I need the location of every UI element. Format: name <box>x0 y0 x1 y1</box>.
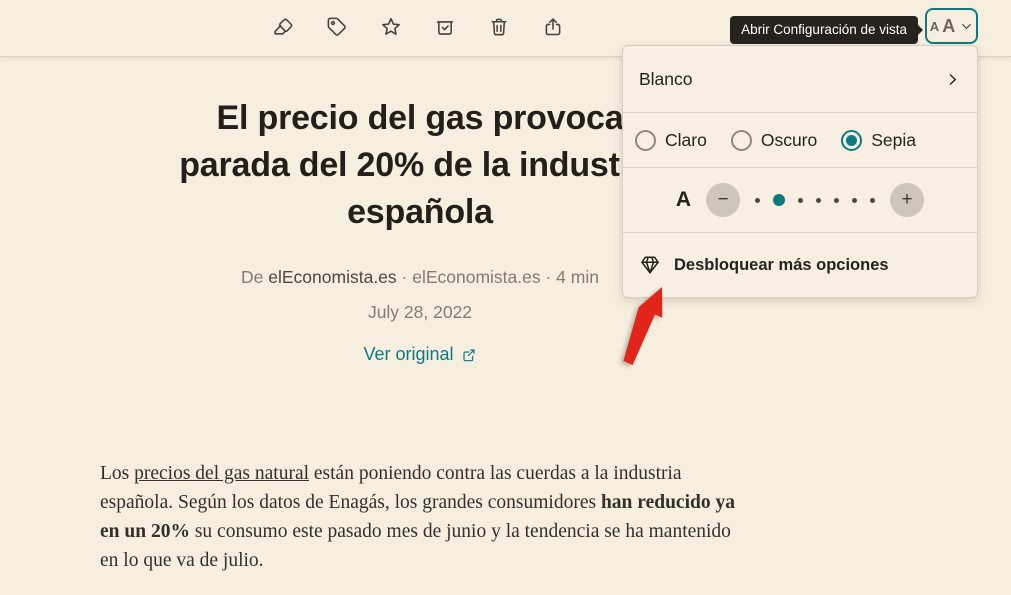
premium-unlock-label: Desbloquear más opciones <box>674 256 889 275</box>
tag-icon[interactable] <box>326 16 348 38</box>
radio-oscuro <box>731 130 752 151</box>
font-size-dot <box>852 198 857 203</box>
article-paragraph: Los precios del gas natural están ponien… <box>100 459 740 575</box>
chevron-right-icon <box>944 71 961 88</box>
font-size-row: A − + <box>623 168 977 233</box>
radio-sepia <box>841 130 862 151</box>
theme-label-claro: Claro <box>665 130 707 151</box>
tooltip-text: Abrir Configuración de vista <box>741 22 907 37</box>
font-size-dot <box>870 198 875 203</box>
font-size-dot <box>798 198 803 203</box>
display-settings-button[interactable]: A A <box>925 8 978 44</box>
theme-row: Claro Oscuro Sepia <box>623 113 977 168</box>
chevron-down-icon <box>960 20 973 33</box>
font-size-dot <box>755 198 760 203</box>
tooltip: Abrir Configuración de vista <box>730 16 918 44</box>
font-size-label: A <box>676 188 691 212</box>
large-a-glyph: A <box>942 17 955 35</box>
toolbar-icon-group <box>272 16 564 38</box>
share-icon[interactable] <box>542 16 564 38</box>
highlight-icon[interactable] <box>272 16 294 38</box>
font-size-dot <box>834 198 839 203</box>
view-original-wrap: Ver original <box>100 344 740 365</box>
increase-font-button[interactable]: + <box>890 183 924 217</box>
decrease-font-button[interactable]: − <box>706 183 740 217</box>
theme-option-sepia[interactable]: Sepia <box>841 130 916 151</box>
theme-option-claro[interactable]: Claro <box>635 130 707 151</box>
gem-icon <box>639 254 661 276</box>
paragraph-end: su consumo este pasado mes de junio y la… <box>100 521 731 571</box>
archive-icon[interactable] <box>434 16 456 38</box>
favorite-icon[interactable] <box>380 16 402 38</box>
display-settings-panel: Blanco Claro Oscuro Sepia A − + Desbloqu… <box>622 45 978 298</box>
paragraph-start: Los <box>100 463 134 484</box>
font-size-dot <box>816 198 821 203</box>
premium-unlock-row[interactable]: Desbloquear más opciones <box>623 233 977 297</box>
font-family-row[interactable]: Blanco <box>623 46 977 113</box>
external-link-icon <box>461 347 477 363</box>
small-a-glyph: A <box>930 20 939 33</box>
article-date: July 28, 2022 <box>100 302 740 323</box>
view-original-link[interactable]: Ver original <box>363 344 476 365</box>
theme-option-oscuro[interactable]: Oscuro <box>731 130 817 151</box>
paragraph-link[interactable]: precios del gas natural <box>134 463 309 484</box>
byline-source: elEconomista.es <box>268 267 396 287</box>
font-size-dots <box>755 194 875 206</box>
font-family-value: Blanco <box>639 69 693 90</box>
byline-rest: · elEconomista.es · 4 min <box>397 267 599 287</box>
byline-prefix: De <box>241 267 268 287</box>
view-original-label: Ver original <box>363 344 453 365</box>
theme-label-oscuro: Oscuro <box>761 130 817 151</box>
theme-label-sepia: Sepia <box>871 130 916 151</box>
font-size-dot-current <box>773 194 785 206</box>
radio-claro <box>635 130 656 151</box>
delete-icon[interactable] <box>488 16 510 38</box>
